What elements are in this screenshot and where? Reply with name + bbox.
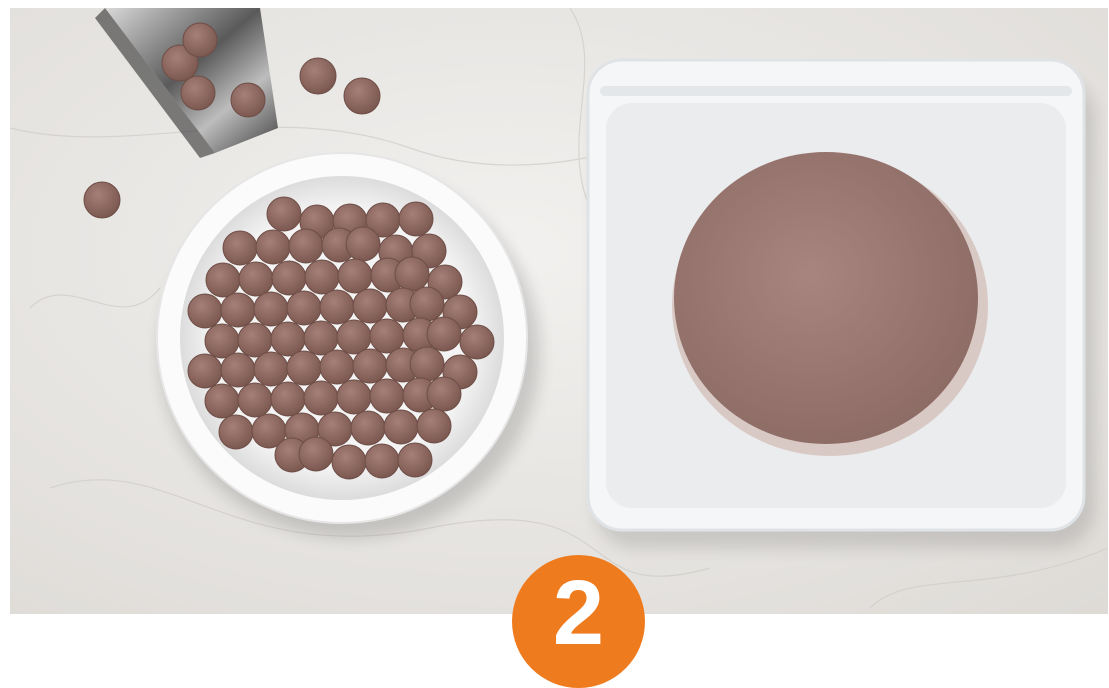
nugget [270, 381, 306, 417]
nugget [426, 376, 462, 412]
nugget [397, 442, 433, 478]
nugget [238, 261, 274, 297]
scene-illustration [10, 8, 1108, 614]
nugget [270, 321, 306, 357]
nugget-in-scoop [180, 75, 216, 111]
nugget [319, 349, 355, 385]
nugget [364, 443, 400, 479]
nugget [220, 292, 256, 328]
loose-nugget [343, 77, 381, 115]
product-photo [10, 8, 1108, 614]
nugget [266, 196, 302, 232]
nugget [394, 256, 430, 292]
nugget [426, 316, 462, 352]
nugget [350, 410, 386, 446]
nugget [286, 290, 322, 326]
nugget [336, 379, 372, 415]
nugget [352, 348, 388, 384]
nugget [187, 293, 223, 329]
nugget [218, 414, 254, 450]
nugget [187, 353, 223, 389]
bag-seal [600, 86, 1072, 96]
nugget [383, 409, 419, 445]
loose-nugget [299, 57, 337, 95]
nugget [336, 319, 372, 355]
nugget [220, 352, 256, 388]
nugget [409, 346, 445, 382]
nugget-in-scoop [182, 22, 218, 58]
nugget [303, 320, 339, 356]
nugget [271, 260, 307, 296]
nugget [204, 383, 240, 419]
loose-nugget [83, 181, 121, 219]
step-number-badge: 2 [512, 555, 645, 688]
nugget [319, 289, 355, 325]
nugget [459, 324, 495, 360]
nugget [205, 262, 241, 298]
nugget [222, 230, 258, 266]
frozen-patty [674, 152, 978, 444]
nugget [416, 408, 452, 444]
nugget [345, 226, 381, 262]
nugget [398, 201, 434, 237]
nugget [409, 286, 445, 322]
nugget [303, 380, 339, 416]
nugget [304, 259, 340, 295]
nugget-in-scoop [230, 82, 266, 118]
nugget [286, 350, 322, 386]
nugget [369, 318, 405, 354]
nugget [352, 288, 388, 324]
nugget [255, 229, 291, 265]
nugget [331, 444, 367, 480]
nugget [298, 436, 334, 472]
nugget [369, 378, 405, 414]
nugget [288, 228, 324, 264]
nugget [253, 291, 289, 327]
image-frame: 2 [0, 0, 1109, 688]
nugget [253, 351, 289, 387]
nugget [337, 258, 373, 294]
nugget [237, 322, 273, 358]
nugget [204, 323, 240, 359]
nugget [237, 382, 273, 418]
